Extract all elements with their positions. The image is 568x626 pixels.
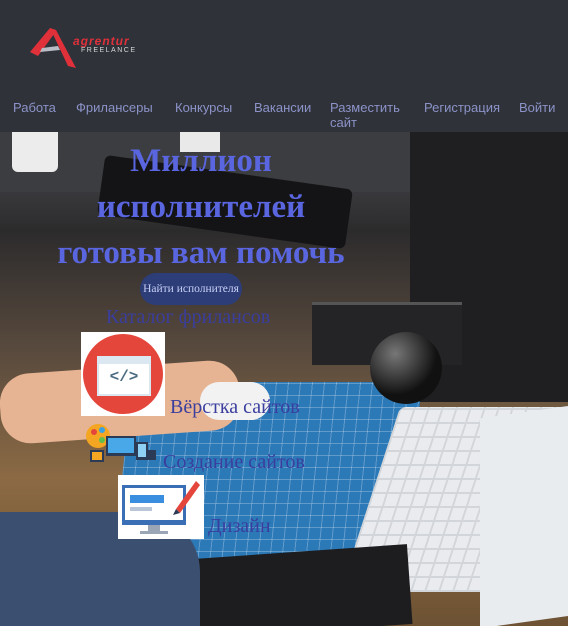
main-nav: Работа Фрилансеры Конкурсы Вакансии Разм…	[0, 100, 568, 132]
logo-text-top: agrentur	[73, 34, 130, 48]
code-window-icon[interactable]: </>	[81, 332, 165, 416]
hero-title-line-3: готовы вам помочь	[57, 235, 345, 271]
design-icon-graphic	[122, 481, 200, 534]
logo-mark-icon	[30, 28, 76, 68]
hero-title: Миллион исполнителей готовы вам помочь	[0, 138, 402, 276]
bg-black-ball	[370, 332, 442, 404]
catalog-item-layout[interactable]: Вёрстка сайтов	[170, 396, 300, 419]
site-header: agrentur FREELANCE Работа Фрилансеры Кон…	[0, 0, 568, 132]
web-devices-icon[interactable]	[84, 422, 160, 466]
code-icon-glyph: </>	[109, 368, 139, 386]
hero-title-line-2: исполнителей	[96, 189, 306, 225]
catalog-item-design[interactable]: Дизайн	[208, 515, 271, 538]
nav-item-contests[interactable]: Конкурсы	[175, 100, 232, 115]
logo-text-bottom: FREELANCE	[81, 47, 137, 54]
bg-white-monitor	[480, 405, 568, 626]
code-icon-circle: </>	[83, 334, 163, 414]
nav-item-work[interactable]: Работа	[13, 100, 56, 115]
design-pen-icon[interactable]	[118, 475, 204, 539]
catalog-item-web-creation[interactable]: Создание сайтов	[163, 451, 305, 474]
site-logo[interactable]: agrentur FREELANCE	[28, 22, 148, 68]
nav-item-post-site[interactable]: Разместить сайт	[330, 100, 410, 130]
nav-item-vacancies[interactable]: Вакансии	[254, 100, 311, 115]
catalog-title: Каталог фрилансов	[106, 306, 271, 328]
code-icon-window: </>	[97, 356, 151, 396]
nav-item-freelancers[interactable]: Фрилансеры	[76, 100, 153, 115]
hero-title-line-1: Миллион	[130, 143, 272, 179]
nav-item-register[interactable]: Регистрация	[424, 100, 500, 115]
hero-section: Миллион исполнителей готовы вам помочь Н…	[0, 132, 568, 626]
find-freelancer-button[interactable]: Найти исполнителя	[140, 273, 242, 305]
nav-item-login[interactable]: Войти	[519, 100, 555, 115]
